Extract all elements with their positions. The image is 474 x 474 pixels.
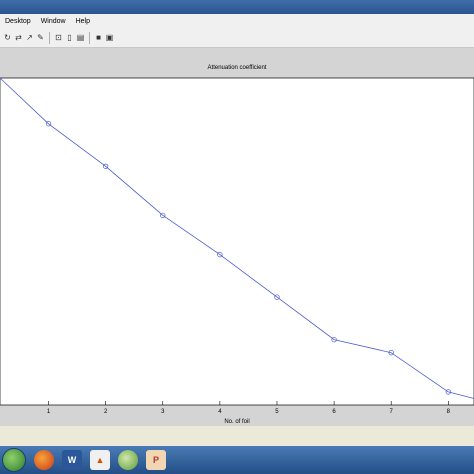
x-tick-label: 6 (332, 409, 336, 415)
plot-title: Attenuation coefficient (207, 65, 267, 71)
x-tick-label: 7 (390, 409, 394, 415)
matlab-icon[interactable]: ▲ (90, 450, 110, 470)
x-tick-label: 5 (275, 409, 279, 415)
axes-box (0, 77, 474, 406)
x-tick-label: 2 (104, 409, 108, 415)
start-button[interactable] (2, 448, 26, 472)
taskbar: W ▲ P (0, 446, 474, 474)
x-tick-label: 4 (218, 409, 222, 415)
word-icon[interactable]: W (62, 450, 82, 470)
x-tick-label: 3 (161, 409, 165, 415)
x-tick-label: 1 (47, 409, 51, 415)
x-tick-label: 8 (447, 409, 451, 415)
x-axis-label: No. of foil (224, 419, 250, 425)
firefox-icon[interactable] (34, 450, 54, 470)
pdf-icon[interactable]: P (146, 450, 166, 470)
plot-area: 1 2 3 4 5 6 7 8 (0, 77, 474, 415)
globe-icon[interactable] (118, 450, 138, 470)
